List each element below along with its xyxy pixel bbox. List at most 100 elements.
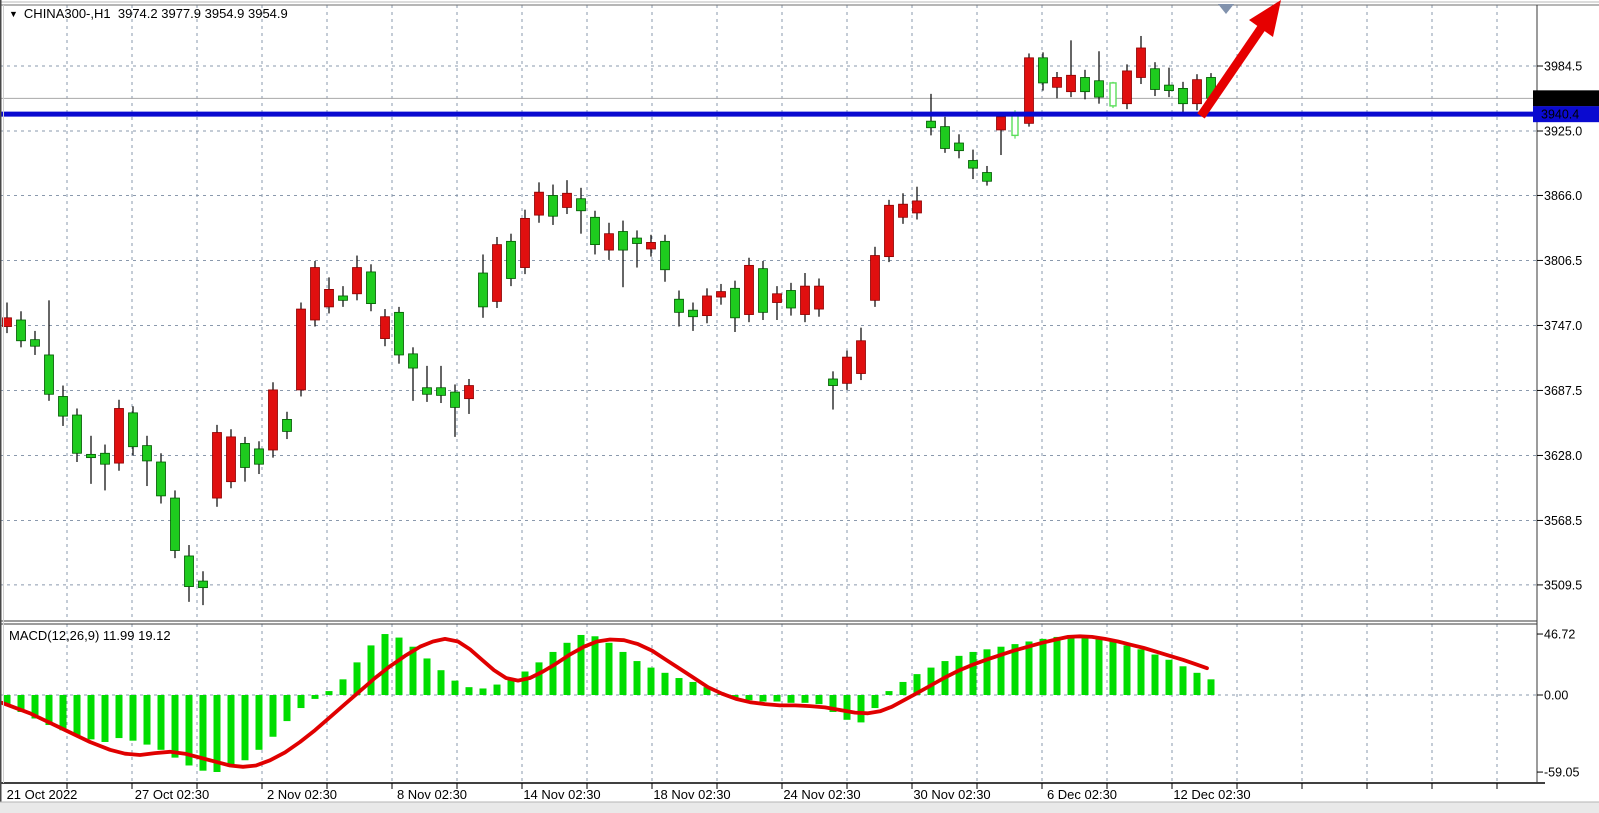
candle: [703, 296, 712, 316]
candle: [367, 272, 376, 304]
candle: [339, 296, 348, 300]
macd-bar: [144, 695, 151, 745]
candle: [381, 317, 390, 339]
candle: [255, 449, 264, 464]
candle: [745, 265, 754, 314]
candle: [535, 192, 544, 215]
candle: [829, 379, 838, 386]
candle: [773, 294, 782, 303]
candle: [1137, 48, 1146, 77]
price-tags: 3954.93940.4: [1533, 90, 1599, 122]
macd-bar: [788, 695, 795, 703]
macd-bar: [774, 695, 781, 702]
status-bar: [0, 802, 1599, 813]
macd-bar: [312, 695, 319, 699]
price-tick-label: 3866.0: [1544, 189, 1582, 203]
candle: [577, 199, 586, 211]
macd-bar: [130, 695, 137, 741]
candle: [143, 446, 152, 461]
macd-tick-label: 0.00: [1544, 689, 1568, 703]
macd-bar: [872, 695, 879, 708]
macd-bar: [158, 695, 165, 750]
time-tick-label: 27 Oct 02:30: [135, 787, 209, 802]
macd-bar: [438, 670, 445, 695]
chart-background[interactable]: [0, 0, 1599, 813]
price-tick-label: 3687.5: [1544, 384, 1582, 398]
time-tick-label: 18 Nov 02:30: [653, 787, 730, 802]
time-tick-label: 8 Nov 02:30: [397, 787, 467, 802]
macd-bar: [760, 695, 767, 702]
candle: [73, 415, 82, 453]
candle: [815, 286, 824, 309]
candle: [717, 292, 726, 297]
macd-tick-label: -59.05: [1544, 766, 1579, 780]
candle: [759, 269, 768, 313]
macd-indicator-label: MACD(12,26,9) 11.99 19.12: [9, 628, 171, 643]
price-tick-label: 3747.0: [1544, 319, 1582, 333]
symbol-dropdown-icon[interactable]: ▼: [9, 9, 18, 19]
candle: [675, 299, 684, 312]
macd-bar: [172, 695, 179, 758]
svg-text:3954.9: 3954.9: [1541, 92, 1579, 106]
candle: [1179, 88, 1188, 103]
candle: [997, 117, 1006, 130]
time-tick-label: 30 Nov 02:30: [913, 787, 990, 802]
candle: [129, 413, 138, 447]
candle: [31, 340, 40, 347]
macd-bar: [480, 688, 487, 695]
macd-bar: [1152, 655, 1159, 695]
macd-bar: [662, 673, 669, 695]
macd-bar: [984, 649, 991, 695]
time-tick-label: 6 Dec 02:30: [1047, 787, 1117, 802]
candle: [969, 160, 978, 168]
candle: [213, 433, 222, 499]
macd-bar: [228, 695, 235, 767]
macd-bar: [858, 695, 865, 722]
candle: [45, 355, 54, 394]
candle: [983, 173, 992, 182]
candle: [549, 195, 558, 216]
macd-bar: [816, 695, 823, 704]
macd-bar: [466, 687, 473, 695]
candle: [1081, 77, 1090, 91]
candle: [1165, 85, 1174, 90]
candle: [185, 556, 194, 587]
candle: [269, 390, 278, 450]
candle: [1067, 75, 1076, 91]
candle: [521, 218, 530, 267]
candle: [353, 268, 362, 294]
macd-bar: [648, 668, 655, 695]
candle: [843, 357, 852, 383]
chart-canvas[interactable]: 3984.53925.03866.03806.53747.03687.53628…: [0, 0, 1599, 813]
candle: [325, 289, 334, 306]
candle: [563, 193, 572, 207]
macd-bar: [844, 695, 851, 720]
macd-bar: [340, 679, 347, 695]
candle: [1110, 83, 1116, 106]
macd-bar: [284, 695, 291, 721]
macd-bar: [522, 672, 529, 695]
time-tick-label: 24 Nov 02:30: [783, 787, 860, 802]
macd-bar: [88, 695, 95, 739]
time-tick-label: 2 Nov 02:30: [267, 787, 337, 802]
candle: [395, 312, 404, 355]
macd-bar: [634, 661, 641, 695]
symbol-timeframe-label: CHINA300-,H1: [24, 6, 111, 21]
candle: [283, 419, 292, 431]
macd-bar: [116, 695, 123, 738]
candle: [423, 388, 432, 395]
macd-bar: [970, 652, 977, 695]
macd-bar: [564, 643, 571, 695]
candle: [787, 290, 796, 307]
price-tick-label: 3509.5: [1544, 578, 1582, 592]
ohlc-values-label: 3974.2 3977.9 3954.9 3954.9: [118, 6, 288, 21]
macd-bar: [270, 695, 277, 737]
macd-bar: [60, 695, 67, 730]
price-tick-label: 3806.5: [1544, 254, 1582, 268]
macd-bar: [1082, 636, 1089, 695]
candle: [647, 242, 656, 249]
trading-chart-window: 3984.53925.03866.03806.53747.03687.53628…: [0, 0, 1599, 813]
candle: [465, 386, 474, 399]
candle: [913, 201, 922, 213]
candle: [227, 437, 236, 482]
